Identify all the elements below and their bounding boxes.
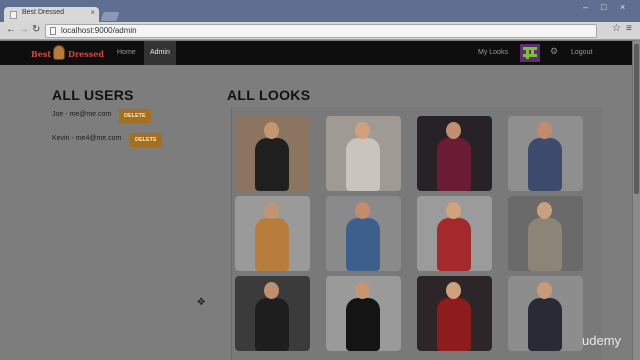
users-heading: ALL USERS [52, 87, 134, 103]
look-figure-head [355, 282, 370, 299]
look-figure-head [446, 282, 461, 299]
look-thumbnail[interactable] [417, 116, 492, 191]
look-thumbnail[interactable] [235, 196, 310, 271]
look-figure-outfit [437, 298, 471, 351]
look-figure-head [355, 202, 370, 219]
browser-tab[interactable]: Best Dressed × [4, 7, 99, 22]
app-navbar: Best Dressed Home Admin My Looks ⚙ Logou… [0, 41, 632, 65]
user-avatar-icon[interactable] [520, 44, 540, 62]
tab-title: Best Dressed [22, 9, 65, 16]
look-figure-outfit [346, 298, 380, 351]
look-figure-outfit [255, 218, 289, 271]
forward-icon[interactable]: → [19, 24, 29, 35]
look-figure-head [537, 202, 552, 219]
delete-user-button[interactable]: DELETE [119, 109, 151, 123]
look-figure-outfit [437, 218, 471, 271]
browser-menu-icon[interactable]: ≡ [626, 23, 632, 34]
look-figure-outfit [346, 218, 380, 271]
user-row: Joe - me@me.com DELETE [52, 109, 162, 123]
look-figure-outfit [437, 138, 471, 191]
look-figure-head [264, 202, 279, 219]
page-favicon-icon [10, 11, 17, 19]
gear-icon[interactable]: ⚙ [550, 46, 558, 57]
look-thumbnail[interactable] [417, 276, 492, 351]
look-figure-outfit [528, 218, 562, 271]
browser-toolbar: ← → ↻ localhost:9000/admin ☆ ≡ [0, 22, 640, 40]
user-row: Kevin - me4@me.com DELETE [52, 133, 172, 147]
brand-text-right: Dressed [68, 49, 104, 59]
look-figure-outfit [528, 138, 562, 191]
crest-icon [53, 45, 65, 60]
nav-link-my-looks[interactable]: My Looks [472, 45, 514, 61]
delete-user-button[interactable]: DELETE [130, 133, 162, 147]
look-thumbnail[interactable] [326, 116, 401, 191]
back-icon[interactable]: ← [6, 24, 16, 35]
address-url[interactable]: localhost:9000/admin [61, 26, 137, 35]
new-tab-button[interactable] [100, 12, 120, 21]
look-figure-outfit [346, 138, 380, 191]
page-info-icon[interactable] [50, 27, 56, 35]
screen: Best Dressed × – □ × ← → ↻ localhost:900… [0, 0, 640, 360]
nav-link-logout[interactable]: Logout [565, 45, 598, 61]
minimize-icon[interactable]: – [583, 2, 588, 12]
look-thumbnail[interactable] [508, 276, 583, 351]
udemy-watermark: udemy [582, 333, 622, 348]
user-label: Joe - me@me.com [52, 111, 112, 118]
maximize-icon[interactable]: □ [601, 2, 606, 12]
look-figure-head [446, 202, 461, 219]
user-label: Kevin - me4@me.com [52, 135, 122, 142]
look-thumbnail[interactable] [508, 196, 583, 271]
look-thumbnail[interactable] [508, 116, 583, 191]
reload-icon[interactable]: ↻ [32, 24, 40, 35]
page-scrollbar[interactable] [632, 41, 640, 360]
look-thumbnail[interactable] [235, 116, 310, 191]
look-figure-head [264, 282, 279, 299]
look-figure-outfit [528, 298, 562, 351]
look-figure-head [355, 122, 370, 139]
address-bar[interactable]: localhost:9000/admin [45, 24, 597, 38]
look-thumbnail[interactable] [235, 276, 310, 351]
looks-grid [231, 107, 602, 360]
look-figure-outfit [255, 298, 289, 351]
nav-link-home[interactable]: Home [111, 45, 142, 61]
look-figure-head [537, 282, 552, 299]
look-figure-head [264, 122, 279, 139]
scrollbar-thumb[interactable] [634, 44, 639, 194]
look-thumbnail[interactable] [326, 276, 401, 351]
looks-heading: ALL LOOKS [227, 87, 311, 103]
browser-tab-strip: Best Dressed × – □ × [0, 0, 640, 22]
look-figure-head [537, 122, 552, 139]
look-thumbnail[interactable] [417, 196, 492, 271]
admin-page: ALL USERS Joe - me@me.com DELETE Kevin -… [0, 65, 632, 360]
look-figure-outfit [255, 138, 289, 191]
brand-text-left: Best [31, 49, 52, 59]
mouse-cursor-icon: ✥ [197, 297, 206, 308]
look-thumbnail[interactable] [326, 196, 401, 271]
nav-link-admin[interactable]: Admin [144, 41, 176, 65]
tab-close-icon[interactable]: × [90, 8, 95, 17]
bookmark-star-icon[interactable]: ☆ [612, 23, 621, 34]
look-figure-head [446, 122, 461, 139]
close-window-icon[interactable]: × [620, 2, 625, 12]
